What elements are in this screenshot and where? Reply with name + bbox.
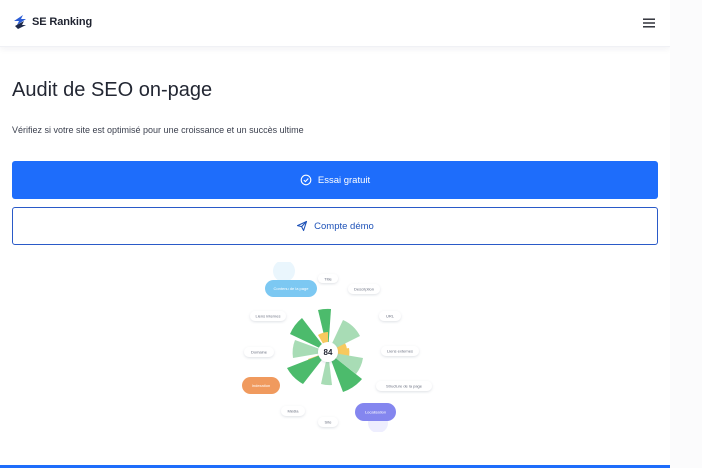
logo-text: SE Ranking	[32, 16, 93, 28]
badge-localization-label: Localisation	[365, 410, 386, 415]
seo-audit-illustration: 84 Title Description URL Liens externes …	[242, 262, 432, 432]
label-title: Title	[324, 276, 332, 281]
free-trial-label: Essai gratuit	[317, 174, 371, 186]
free-trial-button[interactable]: Essai gratuit	[12, 161, 658, 199]
label-site: Site	[325, 420, 333, 425]
label-external-links: Liens externes	[387, 349, 413, 354]
label-page-structure: Structure de la page	[386, 384, 423, 389]
hamburger-menu-icon	[643, 18, 655, 28]
se-ranking-logo-icon	[14, 15, 26, 29]
score-value: 84	[324, 348, 333, 357]
decorative-bubble	[273, 262, 295, 282]
demo-account-button[interactable]: Compte démo	[12, 207, 658, 245]
badge-page-content-label: Contenu de la page	[274, 286, 310, 291]
demo-account-label: Compte démo	[314, 220, 374, 232]
label-internal-links: Liens internes	[256, 314, 281, 319]
paper-plane-icon	[297, 220, 308, 232]
badge-indexing-label: Indexation	[252, 383, 270, 388]
hamburger-menu-button[interactable]	[640, 14, 658, 32]
page-subtitle: Vérifiez si votre site est optimisé pour…	[12, 125, 304, 135]
page-title: Audit de SEO on-page	[12, 79, 213, 101]
label-description: Description	[354, 287, 374, 292]
logo[interactable]: SE Ranking	[12, 14, 92, 30]
page-gutter	[670, 0, 702, 468]
label-media: Média	[288, 409, 300, 414]
top-header: SE Ranking	[0, 0, 670, 47]
label-domain: Domaine	[251, 350, 268, 355]
label-url: URL	[386, 314, 395, 319]
check-circle-icon	[300, 174, 312, 186]
